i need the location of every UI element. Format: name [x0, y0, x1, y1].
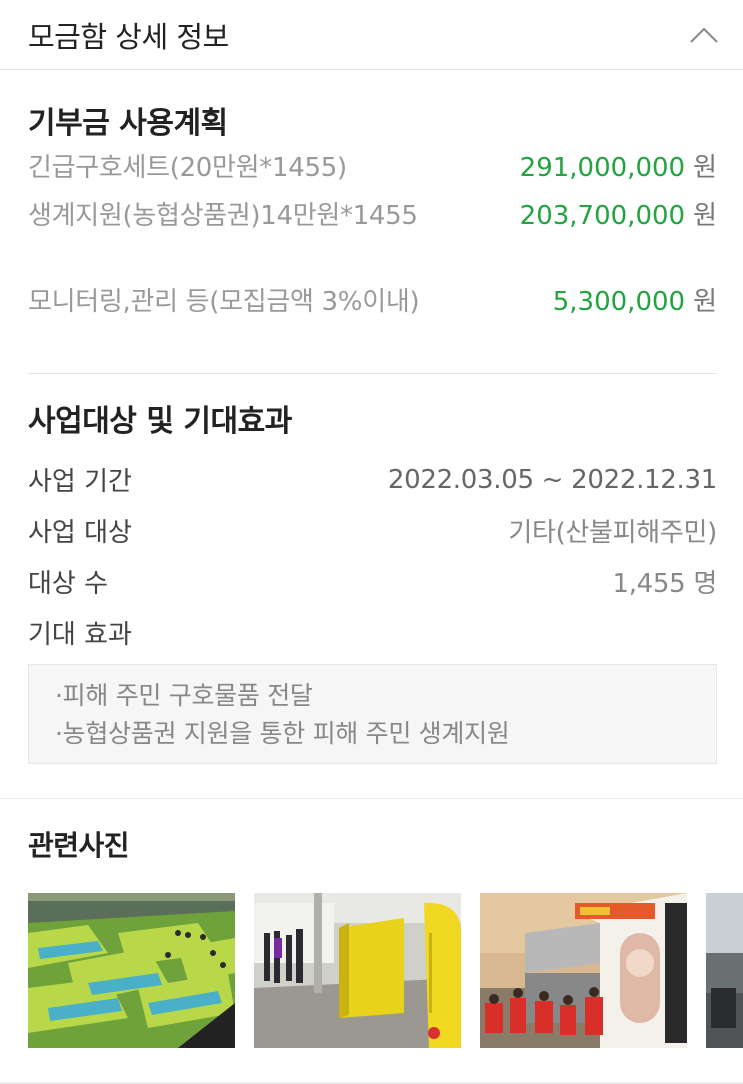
target-value: 기타(산불피해주민): [508, 518, 717, 548]
plan-row: 모니터링,관리 등(모집금액 3%이내) 5,300,000 원: [28, 284, 717, 370]
project-section: 사업대상 및 기대효과 사업 기간 2022.03.05 ~ 2022.12.3…: [0, 374, 743, 658]
count-label: 대상 수: [28, 569, 109, 599]
photos-title: 관련사진: [28, 829, 130, 862]
period-label: 사업 기간: [28, 467, 132, 497]
detail-header[interactable]: 모금함 상세 정보: [0, 0, 743, 70]
target-label: 사업 대상: [28, 518, 132, 548]
effect-label: 기대 효과: [28, 620, 132, 650]
chevron-up-icon[interactable]: [689, 20, 719, 50]
header-title: 모금함 상세 정보: [28, 19, 229, 54]
plan-row: 생계지원(농협상품권)14만원*1455 203,700,000 원: [28, 198, 717, 284]
period-value: 2022.03.05 ~ 2022.12.31: [387, 464, 717, 495]
period-row: 사업 기간 2022.03.05 ~ 2022.12.31: [28, 454, 717, 505]
target-row: 사업 대상 기타(산불피해주민): [28, 505, 717, 556]
donation-plan-section: 기부금 사용계획 긴급구호세트(20만원*1455) 291,000,000 원 …: [0, 70, 743, 370]
plan-item-amount: 291,000,000 원: [519, 153, 717, 183]
plan-title: 기부금 사용계획: [28, 106, 228, 141]
photos-section: 관련사진: [0, 799, 743, 863]
plan-item-label: 모니터링,관리 등(모집금액 3%이내): [28, 287, 420, 317]
street-photo[interactable]: [706, 893, 743, 1048]
effect-item: ·피해 주민 구호물품 전달: [55, 681, 313, 710]
count-value: 1,455 명: [612, 569, 717, 599]
effect-row: 기대 효과: [28, 607, 717, 658]
plan-item-amount: 203,700,000 원: [519, 201, 717, 231]
effect-item: ·농협상품권 지원을 통한 피해 주민 생계지원: [55, 719, 510, 748]
plan-item-label: 긴급구호세트(20만원*1455): [28, 153, 347, 183]
plan-item-amount: 5,300,000 원: [552, 287, 717, 317]
photo-strip[interactable]: [0, 893, 743, 1048]
project-title: 사업대상 및 기대효과: [28, 404, 292, 439]
plan-row: 긴급구호세트(20만원*1455) 291,000,000 원: [28, 150, 717, 198]
count-row: 대상 수 1,455 명: [28, 556, 717, 607]
hallway-tents-photo[interactable]: [254, 893, 461, 1048]
expected-effects-box: ·피해 주민 구호물품 전달 ·농협상품권 지원을 통한 피해 주민 생계지원: [28, 664, 717, 764]
relief-truck-photo[interactable]: [480, 893, 687, 1048]
shelter-tents-photo[interactable]: [28, 893, 235, 1048]
plan-item-label: 생계지원(농협상품권)14만원*1455: [28, 201, 418, 231]
